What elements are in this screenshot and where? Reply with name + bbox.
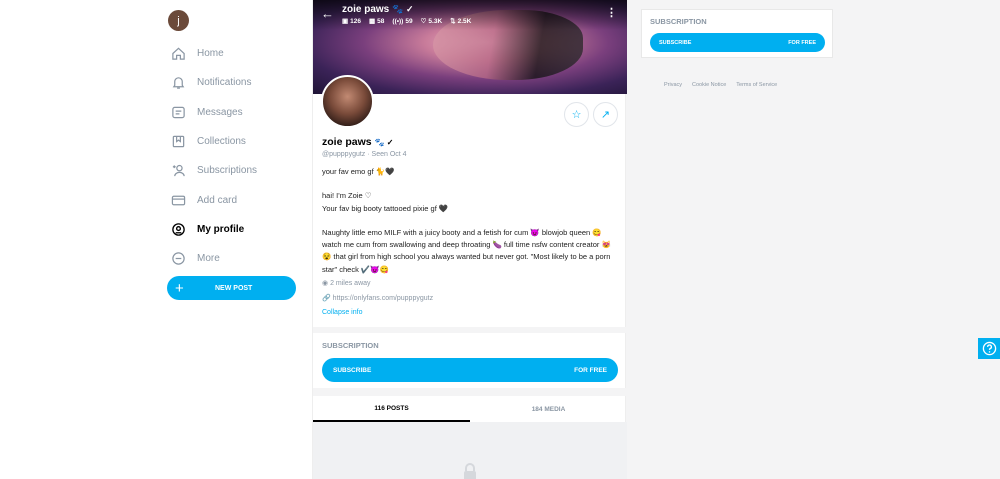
collapse-info-link[interactable]: Collapse info: [322, 309, 362, 316]
topbar-name-text: zoie paws: [342, 4, 390, 15]
handle-text: @pupppygutz: [322, 151, 366, 158]
nav-more-label: More: [197, 253, 220, 265]
stat-streams: ((•)) 59: [392, 17, 413, 25]
stat-likes: ♡ 5.3K: [420, 17, 443, 26]
subscribe-label: SUBSCRIBE: [333, 366, 372, 374]
nav-add-card[interactable]: Add card: [170, 185, 257, 214]
share-button[interactable]: ↗: [593, 102, 618, 127]
nav-notifications-label: Notifications: [197, 77, 252, 89]
nav-home[interactable]: Home: [170, 39, 257, 68]
new-post-button[interactable]: + NEW POST: [167, 276, 296, 300]
profile-location: ◉ 2 miles away: [322, 279, 371, 287]
nav-notifications[interactable]: Notifications: [170, 68, 257, 97]
terms-link[interactable]: Terms of Service: [736, 82, 777, 88]
nav-subscriptions-label: Subscriptions: [197, 165, 258, 177]
profile-bio: your fav emo gf 🐈🖤 hai! I'm Zoie ♡ Your …: [322, 167, 611, 274]
nav-collections[interactable]: Collections: [170, 127, 257, 156]
nav-more[interactable]: More: [170, 244, 257, 273]
users-icon: [170, 163, 186, 179]
subscription-title: SUBSCRIPTION: [322, 341, 379, 350]
locked-content: [313, 422, 627, 479]
link-icon: 🔗: [322, 295, 331, 302]
stream-icon: ((•)): [392, 17, 404, 25]
cookie-notice-link[interactable]: Cookie Notice: [692, 82, 726, 88]
nav-messages-label: Messages: [197, 106, 243, 118]
location-text: 2 miles away: [330, 280, 371, 287]
left-sidebar: j Home Notifications Messages Collection…: [0, 0, 312, 479]
video-icon: ▩: [369, 18, 376, 25]
profile-column: ← zoie paws 🐾 ✓ ▣ 126 ▩ 58 ((•)) 59 ♡ 5.3K ⇅ 2…: [312, 0, 627, 479]
profile-stats: ▣ 126 ▩ 58 ((•)) 59 ♡ 5.3K ⇅ 2.5K: [342, 17, 472, 26]
favorite-button[interactable]: ☆: [564, 102, 589, 127]
stat-photos: ▣ 126: [342, 17, 362, 26]
location-icon: ◉: [322, 280, 329, 287]
verified-badge-icon: 🐾 ✓: [374, 138, 394, 147]
profile-name: zoie paws 🐾 ✓: [322, 136, 393, 148]
profile-topbar: ← zoie paws 🐾 ✓ ▣ 126 ▩ 58 ((•)) 59 ♡ 5.3K ⇅ 2…: [313, 0, 627, 30]
divider: [313, 388, 627, 396]
profile-link[interactable]: 🔗 https://onlyfans.com/pupppygutz: [322, 294, 433, 302]
nav-my-profile[interactable]: My profile: [170, 215, 257, 244]
nav-add-card-label: Add card: [197, 194, 238, 206]
right-subscribe-label: SUBSCRIBE: [659, 39, 692, 46]
card-icon: [170, 192, 186, 208]
verified-badge-icon: 🐾 ✓: [392, 4, 414, 14]
tab-media[interactable]: 184 MEDIA: [470, 396, 627, 422]
profile-handle: @pupppygutz · Seen Oct 4: [322, 151, 407, 158]
share-icon: ↗: [600, 109, 611, 121]
stat-videos: ▩ 58: [369, 17, 385, 26]
kebab-menu-icon[interactable]: ⋮: [606, 6, 617, 19]
lock-icon: [464, 463, 476, 479]
message-icon: [170, 104, 186, 120]
photo-icon: ▣: [342, 18, 349, 25]
right-subscribe-button[interactable]: SUBSCRIBE FOR FREE: [650, 33, 825, 52]
star-icon: ☆: [571, 109, 582, 121]
nav-my-profile-label: My profile: [197, 223, 245, 235]
subscribe-price: FOR FREE: [574, 366, 607, 374]
main-nav: Home Notifications Messages Collections …: [170, 39, 257, 273]
right-subscribe-price: FOR FREE: [788, 39, 816, 46]
fans-icon: ⇅: [450, 18, 456, 25]
profile-name-text: zoie paws: [322, 136, 372, 148]
topbar-name: zoie paws 🐾 ✓: [342, 4, 414, 15]
nav-home-label: Home: [197, 48, 224, 60]
profile-avatar[interactable]: [321, 75, 374, 128]
help-button[interactable]: [978, 338, 1000, 359]
subscribe-button[interactable]: SUBSCRIBE FOR FREE: [322, 358, 618, 382]
home-icon: [170, 46, 186, 62]
profile-tabs: 116 POSTS 184 MEDIA: [313, 396, 627, 422]
more-icon: [170, 251, 186, 267]
bell-icon: [170, 75, 186, 91]
help-icon: [982, 341, 996, 356]
subscription-card: SUBSCRIPTION SUBSCRIBE FOR FREE: [641, 9, 833, 58]
back-arrow-icon[interactable]: ←: [321, 6, 334, 21]
profile-icon: [170, 221, 186, 237]
nav-messages[interactable]: Messages: [170, 98, 257, 127]
stat-fans: ⇅ 2.5K: [450, 17, 472, 26]
nav-subscriptions[interactable]: Subscriptions: [170, 156, 257, 185]
last-seen: Seen Oct 4: [371, 151, 407, 158]
right-subscription-title: SUBSCRIPTION: [650, 17, 707, 26]
nav-collections-label: Collections: [197, 136, 246, 148]
new-post-label: NEW POST: [215, 284, 253, 292]
tab-posts[interactable]: 116 POSTS: [313, 396, 470, 422]
bookmark-icon: [170, 134, 186, 150]
user-avatar[interactable]: j: [168, 10, 189, 31]
link-text[interactable]: https://onlyfans.com/pupppygutz: [333, 295, 433, 302]
privacy-link[interactable]: Privacy: [664, 82, 682, 88]
plus-icon: +: [175, 279, 184, 297]
footer-links: Privacy Cookie Notice Terms of Service: [664, 82, 777, 88]
divider: [313, 327, 627, 333]
heart-icon: ♡: [420, 18, 427, 25]
